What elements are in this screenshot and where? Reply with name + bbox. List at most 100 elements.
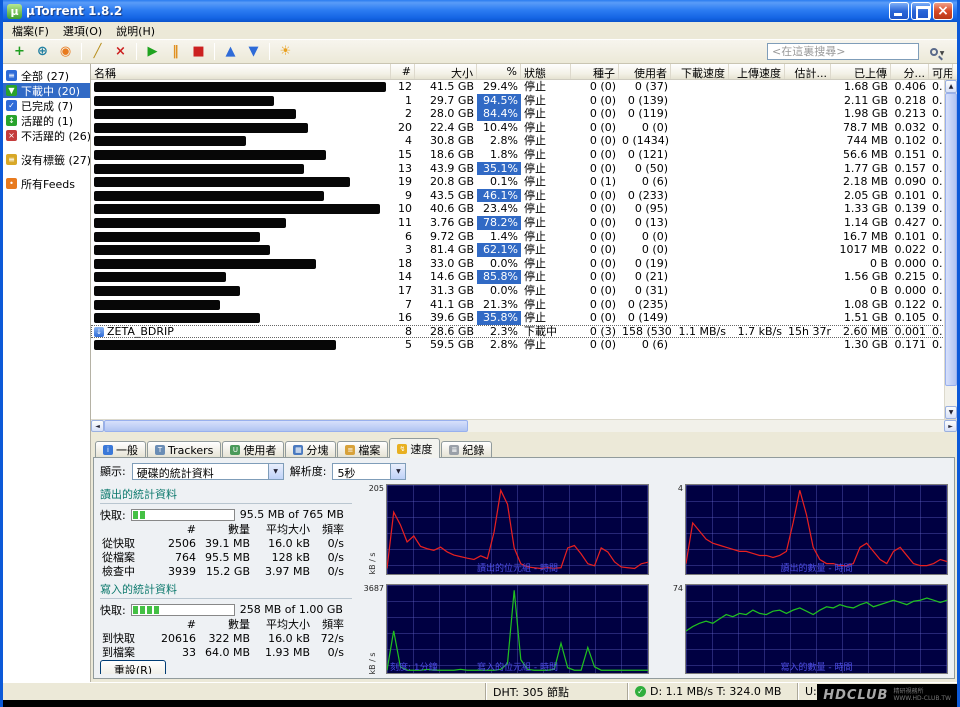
resolution-dropdown[interactable]: 5秒 <box>332 463 406 480</box>
torrent-row[interactable]: 430.8 GB2.8%停止0 (0)0 (1434)744 MB0.1020. <box>91 134 953 148</box>
tab-speed[interactable]: ↯速度 <box>389 438 440 458</box>
torrent-row[interactable]: 1343.9 GB35.1%停止0 (0)0 (50)1.77 GB0.1570… <box>91 162 953 176</box>
column-header[interactable]: 名稱 <box>91 64 391 79</box>
detail-tab-bar: i一般TTrackersU使用者▦分塊≡檔案↯速度≣紀錄 <box>91 437 957 458</box>
vertical-scroll-thumb[interactable] <box>945 93 957 386</box>
scroll-down-icon[interactable] <box>945 406 957 419</box>
torrent-row[interactable]: 559.5 GB2.8%停止0 (0)0 (6)1.30 GB0.1710. <box>91 338 953 352</box>
torrent-cell-num: 16 <box>391 311 415 325</box>
torrent-row[interactable]: 113.76 GB78.2%停止0 (0)0 (13)1.14 GB0.4270… <box>91 216 953 230</box>
menu-item[interactable]: 說明(H) <box>109 22 162 40</box>
graph-ymax-label: 3687 <box>364 584 384 593</box>
horizontal-scroll-thumb[interactable] <box>104 420 468 432</box>
resolution-label: 解析度: <box>290 463 327 479</box>
add-url-icon[interactable]: ⊕ <box>31 42 54 61</box>
torrent-cell-peers: 0 (31) <box>619 284 671 298</box>
tab-pieces[interactable]: ▦分塊 <box>285 441 336 458</box>
tab-trackers[interactable]: TTrackers <box>147 441 221 458</box>
torrent-row[interactable]: 1833.0 GB0.0%停止0 (0)0 (19)0 B0.0000. <box>91 257 953 271</box>
add-torrent-icon[interactable]: + <box>8 42 31 61</box>
torrent-name-text: ZETA_BDRIP <box>107 325 174 338</box>
torrent-row[interactable]: 1731.3 GB0.0%停止0 (0)0 (31)0 B0.0000. <box>91 284 953 298</box>
scroll-left-icon[interactable] <box>91 420 104 432</box>
toolbar-separator <box>269 43 270 60</box>
horizontal-scrollbar[interactable] <box>91 419 957 432</box>
search-button[interactable] <box>922 43 952 61</box>
torrent-row[interactable]: 1518.6 GB1.8%停止0 (0)0 (121)56.6 MB0.1510… <box>91 148 953 162</box>
dropdown-arrow-icon[interactable] <box>268 464 283 479</box>
torrent-row[interactable]: 2022.4 GB10.4%停止0 (0)0 (0)78.7 MB0.0320. <box>91 121 953 135</box>
dropdown-arrow-icon[interactable] <box>390 464 405 479</box>
scroll-right-icon[interactable] <box>944 420 957 432</box>
graph-caption: 讀出的數量 - 時間 <box>686 561 947 574</box>
maximize-button[interactable] <box>911 2 931 20</box>
column-header[interactable]: 已上傳 <box>831 64 891 79</box>
stats-type-dropdown[interactable]: 硬碟的統計資料 <box>132 463 284 480</box>
stats-header: 平均大小 <box>252 618 312 632</box>
torrent-row[interactable]: 741.1 GB21.3%停止0 (0)0 (235)1.08 GB0.1220… <box>91 298 953 312</box>
tab-peers[interactable]: U使用者 <box>222 441 284 458</box>
tab-logger[interactable]: ≣紀錄 <box>441 441 492 458</box>
column-header[interactable]: 估計... <box>785 64 831 79</box>
torrent-row[interactable]: 381.4 GB62.1%停止0 (0)0 (0)1017 MB0.0220. <box>91 243 953 257</box>
sidebar-item[interactable]: ↕活躍的 (1) <box>3 113 90 128</box>
sidebar-item[interactable]: ×不活躍的 (26) <box>3 128 90 143</box>
start-icon[interactable]: ▶ <box>141 42 164 61</box>
column-header[interactable]: 上傳速度 <box>729 64 785 79</box>
disk-stats-panel: 讀出的統計資料快取:95.5 MB of 765 MB#數量平均大小頻率從快取2… <box>100 484 352 674</box>
search-input[interactable] <box>767 43 919 60</box>
torrent-cell-ratio: 0.101 <box>891 189 929 203</box>
scroll-up-icon[interactable] <box>945 80 957 93</box>
add-rss-feed-icon[interactable]: ◉ <box>54 42 77 61</box>
column-header[interactable]: # <box>391 64 415 79</box>
menu-item[interactable]: 檔案(F) <box>5 22 56 40</box>
torrent-row[interactable]: 1639.6 GB35.8%停止0 (0)0 (149)1.51 GB0.105… <box>91 311 953 325</box>
column-header[interactable]: % <box>477 64 521 79</box>
vertical-scrollbar[interactable] <box>944 80 957 419</box>
tab-files[interactable]: ≡檔案 <box>337 441 388 458</box>
torrent-row[interactable]: 129.7 GB94.5%停止0 (0)0 (139)2.11 GB0.2180… <box>91 94 953 108</box>
column-header[interactable]: 種子 <box>571 64 619 79</box>
title-bar[interactable]: µ µTorrent 1.8.2 <box>3 0 957 22</box>
column-header[interactable]: 大小 <box>415 64 477 79</box>
torrent-cell-peers: 0 (6) <box>619 175 671 189</box>
column-header[interactable]: 狀態 <box>521 64 571 79</box>
torrent-row[interactable]: 1920.8 GB0.1%停止0 (1)0 (6)2.18 MB0.0900. <box>91 175 953 189</box>
torrent-name-cell <box>91 189 391 203</box>
create-torrent-icon[interactable]: ╱ <box>86 42 109 61</box>
sidebar-item[interactable]: ▼下載中 (20) <box>3 83 90 98</box>
reset-button[interactable]: 重設(R) <box>100 660 166 674</box>
torrent-row[interactable]: 1040.6 GB23.4%停止0 (0)0 (95)1.33 GB0.1390… <box>91 202 953 216</box>
torrent-row[interactable]: 1241.5 GB29.4%停止0 (0)0 (37)1.68 GB0.4060… <box>91 80 953 94</box>
preferences-icon[interactable]: ☀ <box>274 42 297 61</box>
minimize-button[interactable] <box>889 2 909 20</box>
column-header[interactable]: 使用者 <box>619 64 671 79</box>
torrent-row[interactable]: 943.5 GB46.1%停止0 (0)0 (233)2.05 GB0.1010… <box>91 189 953 203</box>
torrent-row[interactable]: 1414.6 GB85.8%停止0 (0)0 (21)1.56 GB0.2150… <box>91 270 953 284</box>
sidebar-item[interactable]: ≡沒有標籤 (27) <box>3 152 90 167</box>
menu-item[interactable]: 選項(O) <box>56 22 109 40</box>
queue-down-icon[interactable]: ▼ <box>242 42 265 61</box>
column-header[interactable]: 下載速度 <box>671 64 729 79</box>
queue-up-icon[interactable]: ▲ <box>219 42 242 61</box>
sidebar-item[interactable]: •所有Feeds <box>3 176 90 191</box>
right-pane: 名稱#大小%狀態種子使用者下載速度上傳速度估計...已上傳分...可用 1241… <box>91 64 957 682</box>
torrent-row[interactable]: 228.0 GB84.4%停止0 (0)0 (119)1.98 GB0.2130… <box>91 107 953 121</box>
torrent-cell-ratio: 0.090 <box>891 175 929 189</box>
torrent-cell-size: 29.7 GB <box>415 94 477 108</box>
tab-general[interactable]: i一般 <box>95 441 146 458</box>
torrent-cell-eta <box>785 148 831 162</box>
torrent-cell-num: 18 <box>391 257 415 271</box>
column-header[interactable]: 分... <box>891 64 929 79</box>
graph-ymax-label: 74 <box>673 584 683 593</box>
sidebar-item[interactable]: ≡全部 (27) <box>3 68 90 83</box>
sidebar-item[interactable]: ✓已完成 (7) <box>3 98 90 113</box>
stop-icon[interactable]: ■ <box>187 42 210 61</box>
close-button[interactable] <box>933 2 953 20</box>
pause-icon[interactable]: ‖ <box>164 42 187 61</box>
torrent-row[interactable]: 69.72 GB1.4%停止0 (0)0 (0)16.7 MB0.1010. <box>91 230 953 244</box>
torrent-row[interactable]: ↓ZETA_BDRIP828.6 GB2.3%下載中0 (3)158 (530)… <box>91 325 953 339</box>
column-header[interactable]: 可用 <box>929 64 953 79</box>
remove-torrent-icon[interactable]: × <box>109 42 132 61</box>
torrent-cell-ratio: 0.427 <box>891 216 929 230</box>
